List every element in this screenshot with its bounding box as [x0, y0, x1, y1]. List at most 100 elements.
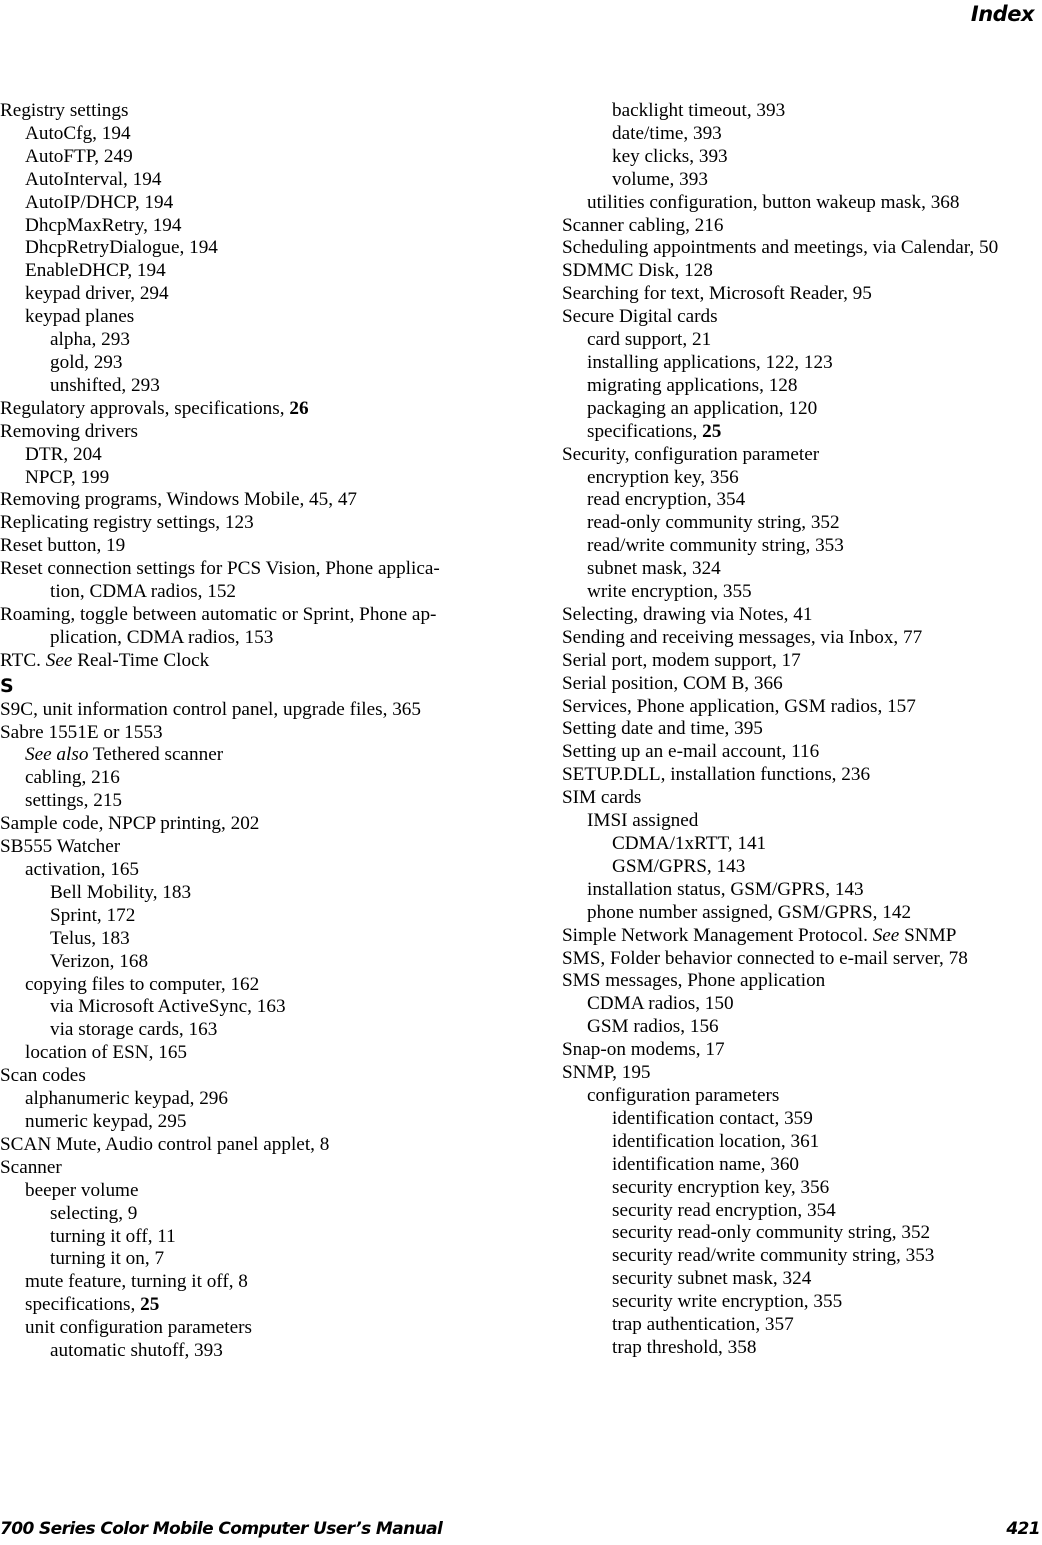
entry-text: Replicating registry settings, 123: [0, 512, 254, 534]
index-subentry: migrating applications, 128: [562, 375, 1042, 398]
index-subentry: encryption key, 356: [562, 467, 1042, 490]
index-subsubentry: Bell Mobility, 183: [0, 882, 490, 905]
index-subentry: packaging an application, 120: [562, 398, 1042, 421]
index-entry: Selecting, drawing via Notes, 41: [562, 604, 1042, 627]
entry-text: card support, 21: [587, 329, 712, 351]
index-subentry: installing applications, 122, 123: [562, 352, 1042, 375]
index-subsubentry: Verizon, 168: [0, 951, 490, 974]
entry-text: installing applications, 122, 123: [587, 351, 833, 373]
entry-text: S9C, unit information control panel, upg…: [0, 698, 421, 720]
entry-text: DTR, 204: [25, 443, 102, 465]
entry-text: security write encryption, 355: [612, 1291, 843, 1313]
entry-text: Scan codes: [0, 1065, 86, 1087]
index-subsubentry: GSM/GPRS, 143: [562, 856, 1042, 879]
index-subsubentry: trap threshold, 358: [562, 1337, 1042, 1360]
entry-text: security subnet mask, 324: [612, 1268, 812, 1290]
entry-text: phone number assigned, GSM/GPRS, 142: [587, 901, 912, 923]
entry-text: DhcpMaxRetry, 194: [25, 214, 182, 236]
index-subentry: configuration parameters: [562, 1085, 1042, 1108]
index-subentry: location of ESN, 165: [0, 1042, 490, 1065]
section-heading: S: [0, 674, 14, 697]
entry-text: RTC.: [0, 649, 46, 671]
page-header-title: Index: [970, 2, 1035, 26]
entry-text: SIM cards: [562, 787, 642, 809]
entry-text: Verizon, 168: [50, 950, 149, 972]
index-subsubentry: identification contact, 359: [562, 1108, 1042, 1131]
index-subsubentry: identification name, 360: [562, 1154, 1042, 1177]
entry-text: via Microsoft ActiveSync, 163: [50, 996, 286, 1018]
index-subentry: activation, 165: [0, 859, 490, 882]
index-entry: Snap-on modems, 17: [562, 1039, 1042, 1062]
entry-text: encryption key, 356: [587, 466, 739, 488]
index-subentry: EnableDHCP, 194: [0, 260, 490, 283]
index-subsubentry: security encryption key, 356: [562, 1177, 1042, 1200]
manual-title: 700 Series Color Mobile Computer User’s …: [0, 1519, 443, 1539]
index-subentry: utilities configuration, button wakeup m…: [562, 192, 1042, 215]
index-entry: Scanner cabling, 216: [562, 215, 1042, 238]
index-entry: Scan codes: [0, 1065, 490, 1088]
index-subentry: copying files to computer, 162: [0, 974, 490, 997]
index-entry: Services, Phone application, GSM radios,…: [562, 696, 1042, 719]
entry-text: read/write community string, 353: [587, 535, 844, 557]
entry-text: via storage cards, 163: [50, 1019, 218, 1041]
entry-text: CDMA radios, 150: [587, 993, 734, 1015]
entry-text: Setting up an e-mail account, 116: [562, 741, 820, 763]
entry-text: settings, 215: [25, 790, 123, 812]
index-entry: Replicating registry settings, 123: [0, 512, 490, 535]
entry-text: SCAN Mute, Audio control panel applet, 8: [0, 1133, 330, 1155]
index-subsubentry: CDMA/1xRTT, 141: [562, 833, 1042, 856]
entry-text: trap threshold, 358: [612, 1336, 757, 1358]
entry-text: GSM/GPRS, 143: [612, 855, 746, 877]
index-subentry: AutoInterval, 194: [0, 169, 490, 192]
entry-text: location of ESN, 165: [25, 1042, 188, 1064]
entry-text: Simple Network Management Protocol.: [562, 924, 873, 946]
index-subentry: numeric keypad, 295: [0, 1111, 490, 1134]
index-subsubentry: security write encryption, 355: [562, 1291, 1042, 1314]
entry-text: Bell Mobility, 183: [50, 881, 192, 903]
index-subentry: alphanumeric keypad, 296: [0, 1088, 490, 1111]
entry-text: identification contact, 359: [612, 1107, 813, 1129]
index-subentry: keypad planes: [0, 306, 490, 329]
index-entry: RTC. See Real-Time Clock: [0, 650, 490, 673]
entry-text: keypad planes: [25, 306, 135, 328]
index-entry: Secure Digital cards: [562, 306, 1042, 329]
index-subsubentry: Sprint, 172: [0, 905, 490, 928]
entry-text: security read-only community string, 352: [612, 1222, 931, 1244]
index-subentry: AutoFTP, 249: [0, 146, 490, 169]
index-entry: Setting date and time, 395: [562, 718, 1042, 741]
entry-text: SMS messages, Phone application: [562, 970, 826, 992]
entry-text: Removing programs, Windows Mobile, 45, 4…: [0, 489, 358, 511]
entry-text: numeric keypad, 295: [25, 1110, 187, 1132]
entry-text: selecting, 9: [50, 1202, 138, 1224]
entry-text: trap authentication, 357: [612, 1314, 794, 1336]
index-subentry: subnet mask, 324: [562, 558, 1042, 581]
index-entry: Roaming, toggle between automatic or Spr…: [0, 604, 490, 650]
entry-text: GSM radios, 156: [587, 1016, 719, 1038]
index-entry: Regulatory approvals, specifications, 26: [0, 398, 490, 421]
index-entry: Scanner: [0, 1157, 490, 1180]
entry-text: SDMMC Disk, 128: [562, 260, 713, 282]
entry-text: DhcpRetryDialogue, 194: [25, 237, 218, 259]
entry-text: SETUP.DLL, installation functions, 236: [562, 764, 871, 786]
index-entry: Sending and receiving messages, via Inbo…: [562, 627, 1042, 650]
entry-text: Secure Digital cards: [562, 306, 718, 328]
index-subentry: read/write community string, 353: [562, 535, 1042, 558]
index-subsubentry: unshifted, 293: [0, 375, 490, 398]
index-subentry: beeper volume: [0, 1180, 490, 1203]
index-subentry: write encryption, 355: [562, 581, 1042, 604]
index-column-left: Registry settings AutoCfg, 194 AutoFTP, 24…: [0, 100, 490, 1363]
entry-text: activation, 165: [25, 859, 140, 880]
entry-text: migrating applications, 128: [587, 374, 798, 396]
entry-text: specifications,: [587, 420, 703, 442]
primary-page-reference: 25: [140, 1294, 160, 1316]
entry-text: Serial port, modem support, 17: [562, 649, 801, 671]
entry-text: Scanner cabling, 216: [562, 214, 724, 236]
entry-text: Sprint, 172: [50, 904, 136, 926]
index-subentry: read-only community string, 352: [562, 512, 1042, 535]
entry-text: packaging an application, 120: [587, 397, 818, 419]
index-subentry: DTR, 204: [0, 444, 490, 467]
index-subsubentry: automatic shutoff, 393: [0, 1340, 490, 1363]
index-subentry: NPCP, 199: [0, 467, 490, 490]
index-subentry: CDMA radios, 150: [562, 993, 1042, 1016]
entry-text: security read encryption, 354: [612, 1199, 836, 1221]
